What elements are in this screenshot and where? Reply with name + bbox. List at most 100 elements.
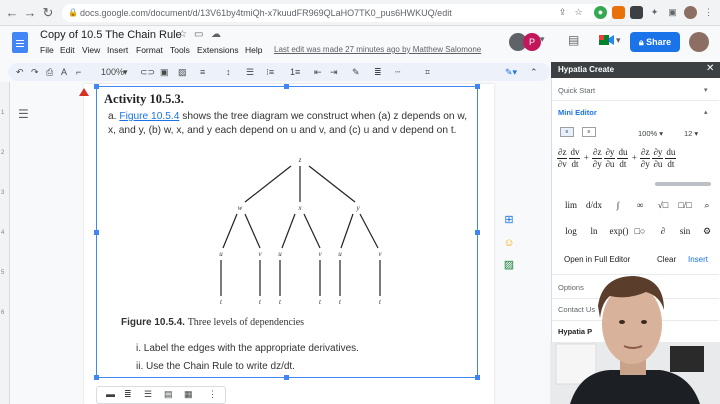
infinity-symbol-button[interactable]: ∞ <box>631 198 649 212</box>
search-icon[interactable]: ⌕ <box>698 198 716 212</box>
share-page-icon[interactable]: ⇪ <box>556 6 569 19</box>
pen-color-icon[interactable]: ✎ <box>352 65 360 79</box>
menu-insert[interactable]: Insert <box>107 45 128 55</box>
link-icon[interactable]: ⊂⊃ <box>140 65 155 79</box>
resize-handle[interactable] <box>284 84 289 89</box>
menu-extensions[interactable]: Extensions <box>197 45 239 55</box>
docs-logo-icon[interactable] <box>12 32 28 53</box>
integral-symbol-button[interactable]: ∫ <box>609 198 627 212</box>
meet-icon[interactable] <box>598 33 616 47</box>
crop-icon[interactable]: ⌗ <box>425 65 430 79</box>
resize-handle[interactable] <box>475 84 480 89</box>
border-width-icon[interactable]: ≣ <box>374 65 382 79</box>
font-size-select[interactable]: 12 ▾ <box>684 129 698 138</box>
limit-symbol-button[interactable]: lim <box>562 198 580 212</box>
border-dash-icon[interactable]: ┄ <box>395 65 400 79</box>
line-spacing-icon[interactable]: ↕ <box>226 65 231 79</box>
cloud-status-icon[interactable]: ☁ <box>211 29 221 40</box>
quick-start-section[interactable]: Quick Start <box>558 86 595 95</box>
resize-handle[interactable] <box>94 375 99 380</box>
forward-icon[interactable]: → <box>22 5 38 21</box>
menu-format[interactable]: Format <box>136 45 163 55</box>
partial-symbol-button[interactable]: ∂ <box>654 224 672 238</box>
reload-icon[interactable]: ↻ <box>40 5 56 21</box>
add-comment-side-icon[interactable]: ⊞ <box>502 213 516 227</box>
spellcheck-icon[interactable]: A <box>61 65 67 79</box>
decrease-indent-icon[interactable]: ⇤ <box>314 65 322 79</box>
selected-image-frame[interactable] <box>96 86 478 378</box>
math-formula-editor[interactable]: ∂z ∂v dv dt + ∂z ∂y ∂y ∂u du dt + ∂z ∂y ∂y ∂u du dt <box>556 147 714 175</box>
sidebar-icon[interactable]: ▣ <box>666 6 679 19</box>
more-options-icon[interactable]: ⋮ <box>208 389 217 400</box>
editing-mode-icon[interactable]: ✎▾ <box>505 65 517 79</box>
menu-help[interactable]: Help <box>245 45 262 55</box>
numbered-list-icon[interactable]: 1≡ <box>290 65 300 79</box>
document-outline-icon[interactable]: ☰ <box>18 107 29 121</box>
log-symbol-button[interactable]: log <box>562 224 580 238</box>
break-text-icon[interactable]: ☰ <box>144 389 152 400</box>
resize-handle[interactable] <box>94 84 99 89</box>
insert-image-icon[interactable]: ▨ <box>178 65 187 79</box>
profile-avatar[interactable] <box>684 6 697 19</box>
ln-symbol-button[interactable]: ln <box>585 224 603 238</box>
increase-indent-icon[interactable]: ⇥ <box>330 65 338 79</box>
chevron-down-icon[interactable]: ▾ <box>616 35 621 46</box>
resize-handle[interactable] <box>475 375 480 380</box>
inline-wrap-icon[interactable]: ▬ <box>106 389 115 399</box>
comment-history-icon[interactable]: ▤ <box>568 33 579 47</box>
wrap-text-icon[interactable]: ≣ <box>124 389 132 400</box>
collaborator-avatar[interactable]: P <box>523 33 541 51</box>
address-bar[interactable]: 🔒 docs.google.com/document/d/13V61by4tmi… <box>62 4 612 22</box>
menu-file[interactable]: File <box>40 45 54 55</box>
fraction-symbol-button[interactable]: □/□ <box>676 198 694 212</box>
compose-symbol-button[interactable]: □○ <box>631 224 649 238</box>
print-icon[interactable]: ⎙ <box>46 65 53 79</box>
menu-edit[interactable]: Edit <box>60 45 75 55</box>
resize-handle[interactable] <box>475 230 480 235</box>
close-icon[interactable]: ✕ <box>706 63 714 74</box>
gear-icon[interactable]: ⚙ <box>698 224 716 238</box>
formula-scrollbar[interactable] <box>655 182 711 186</box>
suggest-edits-icon[interactable]: ▨ <box>502 258 516 272</box>
editor-zoom-select[interactable]: 100% ▾ <box>638 129 663 138</box>
extension-icon[interactable] <box>630 6 643 19</box>
bulleted-list-icon[interactable]: ⁝≡ <box>266 65 274 79</box>
derivative-symbol-button[interactable]: d/dx <box>585 198 603 212</box>
add-comment-icon[interactable]: ▣ <box>160 65 169 79</box>
chevron-down-icon[interactable]: ▾ <box>704 86 708 94</box>
zoom-select[interactable]: 100% <box>101 65 124 79</box>
menu-tools[interactable]: Tools <box>170 45 190 55</box>
resize-handle[interactable] <box>284 375 289 380</box>
puzzle-icon[interactable]: ✦ <box>648 6 661 19</box>
display-mode-button[interactable]: ≡ <box>560 127 574 137</box>
move-folder-icon[interactable]: ▭ <box>194 29 203 40</box>
kebab-menu-icon[interactable]: ⋮ <box>702 6 715 19</box>
menu-view[interactable]: View <box>82 45 100 55</box>
last-edit-link[interactable]: Last edit was made 27 minutes ago by Mat… <box>274 45 481 54</box>
undo-icon[interactable]: ↶ <box>16 65 24 79</box>
extension-icon[interactable]: ● <box>594 6 607 19</box>
chevron-down-icon[interactable]: ▾ <box>123 65 128 79</box>
back-icon[interactable]: ← <box>4 5 20 21</box>
share-button[interactable]: 🔒︎ Share <box>630 32 680 52</box>
collapse-toolbar-icon[interactable]: ⌃ <box>530 65 538 79</box>
behind-text-icon[interactable]: ▤ <box>164 389 173 400</box>
sin-symbol-button[interactable]: sin <box>676 224 694 238</box>
account-avatar[interactable] <box>689 32 709 52</box>
exp-symbol-button[interactable]: exp() <box>608 224 630 238</box>
front-text-icon[interactable]: ▦ <box>184 389 193 400</box>
mini-editor-section[interactable]: Mini Editor <box>558 108 597 117</box>
bookmark-star-icon[interactable]: ☆ <box>572 6 585 19</box>
extension-icon[interactable] <box>612 6 625 19</box>
redo-icon[interactable]: ↷ <box>31 65 39 79</box>
emoji-reaction-icon[interactable]: ☺ <box>502 236 516 250</box>
align-left-icon[interactable]: ≡ <box>200 65 205 79</box>
paint-format-icon[interactable]: ⌐ <box>76 65 81 79</box>
document-title[interactable]: Copy of 10.5 The Chain Rule <box>40 29 182 41</box>
star-icon[interactable]: ☆ <box>178 29 187 40</box>
chevron-down-icon[interactable]: ▾ <box>540 34 545 45</box>
chevron-up-icon[interactable]: ▴ <box>704 108 708 116</box>
sqrt-symbol-button[interactable]: √□ <box>654 198 672 212</box>
resize-handle[interactable] <box>94 230 99 235</box>
inline-mode-button[interactable]: ≡ <box>582 127 596 137</box>
